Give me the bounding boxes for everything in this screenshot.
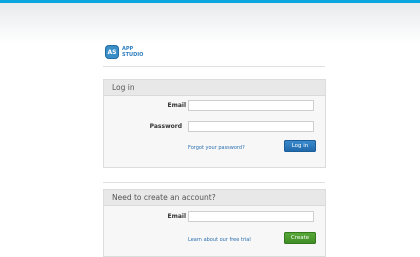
signup-panel: Need to create an account? Email Learn a… [103, 189, 326, 257]
logo-wordmark: APP STUDIO [122, 46, 143, 58]
free-trial-link[interactable]: Learn about our free trial [188, 237, 251, 243]
signup-panel-title: Need to create an account? [104, 190, 325, 206]
email-label: Email [167, 102, 186, 109]
forgot-password-link[interactable]: Forgot your password? [188, 145, 245, 151]
divider [103, 66, 325, 67]
logo-line-2: STUDIO [122, 52, 144, 58]
email-label: Email [167, 213, 186, 220]
login-panel-title: Log in [104, 80, 325, 96]
app-studio-logo: AS APP STUDIO [105, 45, 143, 59]
divider [103, 182, 325, 183]
login-password-field[interactable] [188, 121, 314, 132]
login-email-field[interactable] [188, 100, 314, 111]
password-label: Password [149, 123, 182, 130]
header-background [0, 3, 420, 43]
login-panel: Log in Email Password Forgot your passwo… [103, 79, 326, 168]
login-button[interactable]: Log in [284, 140, 316, 152]
create-button[interactable]: Create [284, 232, 316, 244]
logo-badge-icon: AS [105, 45, 119, 59]
signup-email-field[interactable] [188, 211, 314, 222]
